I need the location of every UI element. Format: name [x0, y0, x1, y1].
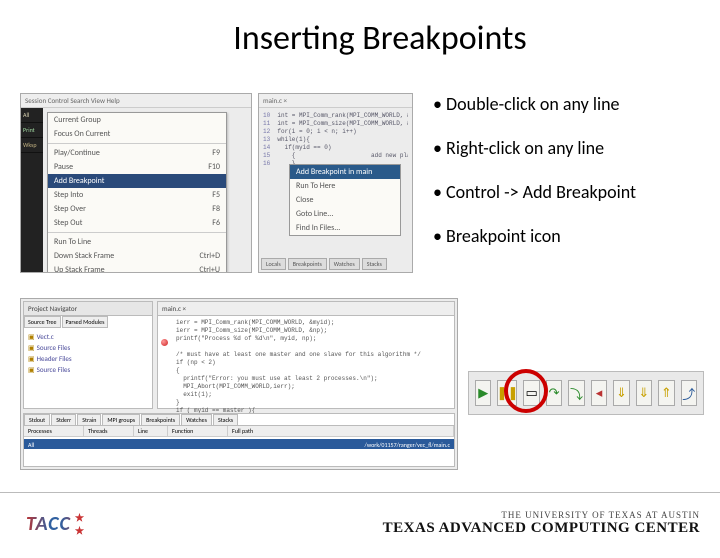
bullet-item: Double-click on any line — [433, 93, 710, 115]
debugger-main-screenshot: Project Navigator Source Tree Parsed Mod… — [20, 298, 458, 470]
side-tab: Wksp — [21, 138, 43, 153]
up-icon[interactable]: ⇑ — [658, 380, 674, 406]
slide-title: Inserting Breakpoints — [40, 18, 720, 59]
tab[interactable]: Stderr — [51, 414, 76, 425]
menubar: Session Control Search View Help — [21, 94, 251, 108]
logo-text: TACC — [26, 512, 71, 536]
menu-item[interactable]: Step OutF6 — [48, 216, 226, 230]
bullet-list: Double-click on any line Right-click on … — [419, 93, 710, 273]
play-icon[interactable]: ▶ — [475, 380, 491, 406]
tab[interactable]: Source Tree — [24, 316, 61, 328]
tree-item[interactable]: ▣Source Files — [28, 364, 148, 375]
tree-item[interactable]: ▣Header Files — [28, 353, 148, 364]
folder-icon: ▣ — [28, 343, 35, 352]
folder-icon: ▣ — [28, 365, 35, 374]
lower-tabs: Stdout Stderr Strain MPI groups Breakpoi… — [24, 414, 454, 426]
star-icon: ★★ — [75, 511, 84, 537]
bullet-item: Breakpoint icon — [433, 225, 710, 247]
menu-item[interactable]: Step OverF8 — [48, 202, 226, 216]
context-menu: Add Breakpoint in main Run To Here Close… — [289, 164, 401, 236]
project-navigator: Project Navigator Source Tree Parsed Mod… — [23, 301, 153, 409]
menu-item[interactable]: PauseF10 — [48, 160, 226, 174]
tab[interactable]: Watches — [329, 258, 360, 270]
breakpoint-row[interactable]: All /work/01157/ranger/vec_fl/main.c — [24, 439, 454, 449]
footer: TACC★★ THE UNIVERSITY OF TEXAS AT AUSTIN… — [0, 492, 720, 546]
bottom-panel: Stdout Stderr Strain MPI groups Breakpoi… — [23, 413, 455, 467]
bottom-tabs: Locals Breakpoints Watches Stacks — [261, 258, 387, 270]
row-path: /work/01157/ranger/vec_fl/main.c — [365, 441, 450, 447]
menu-item[interactable]: Play/ContinueF9 — [48, 146, 226, 160]
menu-item[interactable]: Current Group — [48, 113, 226, 127]
file-icon: ▣ — [28, 332, 35, 341]
tacc-logo: TACC★★ — [26, 511, 84, 537]
out-icon[interactable]: ⤴ — [681, 380, 697, 406]
bullet-item: Right-click on any line — [433, 137, 710, 159]
breakpoint-toolbar-icon[interactable]: ▭ — [523, 380, 539, 406]
side-tabs: All Print Wksp — [21, 108, 43, 272]
bullet-item: Control -> Add Breakpoint — [433, 181, 710, 203]
toolbar-screenshot: ▶ ❚❚ ▭ ↷ ⤵ ◂ ⇓ ⇓ ⇑ ⤴ — [468, 371, 704, 415]
tab[interactable]: Breakpoints — [288, 258, 327, 270]
code-tab: main.c × — [259, 94, 412, 108]
step-into-icon[interactable]: ⤵ — [568, 380, 584, 406]
tree-item[interactable]: ▣Vect.c — [28, 331, 148, 342]
step-over-icon[interactable]: ↷ — [546, 380, 562, 406]
menu-item-add-breakpoint[interactable]: Add Breakpoint — [48, 174, 226, 188]
tab[interactable]: Breakpoints — [141, 414, 180, 425]
tab[interactable]: MPI groups — [102, 414, 140, 425]
down-icon[interactable]: ⇓ — [613, 380, 629, 406]
column-header: Threads — [84, 426, 134, 436]
folder-icon: ▣ — [28, 354, 35, 363]
code-context-menu-screenshot: main.c × 10 int = MPI_Comm_rank(MPI_COMM… — [258, 93, 413, 273]
debugger-control-menu-screenshot: Session Control Search View Help All Pri… — [20, 93, 252, 273]
center-name: TEXAS ADVANCED COMPUTING CENTER — [383, 520, 700, 537]
menu-item[interactable]: Up Stack FrameCtrl+U — [48, 263, 226, 273]
code-editor: main.c × ierr = MPI_Comm_rank(MPI_COMM_W… — [157, 301, 455, 409]
panel-header: Project Navigator — [24, 302, 152, 316]
breakpoint-icon[interactable] — [161, 339, 168, 346]
down2-icon[interactable]: ⇓ — [636, 380, 652, 406]
control-menu: Current Group Focus On Current Play/Cont… — [47, 112, 227, 273]
column-header: Processes — [24, 426, 84, 436]
footer-right: THE UNIVERSITY OF TEXAS AT AUSTIN TEXAS … — [383, 510, 700, 537]
context-item[interactable]: Goto Line... — [290, 207, 400, 221]
tab[interactable]: Parsed Modules — [62, 316, 109, 328]
column-header: Function — [168, 426, 228, 436]
tree-item[interactable]: ▣Source Files — [28, 342, 148, 353]
menu-item[interactable]: Down Stack FrameCtrl+D — [48, 249, 226, 263]
table-header: Processes Threads Line Function Full pat… — [24, 426, 454, 437]
university-name: THE UNIVERSITY OF TEXAS AT AUSTIN — [383, 510, 700, 520]
code-tab: main.c × — [158, 302, 454, 316]
tab[interactable]: Stdout — [24, 414, 50, 425]
pause-icon[interactable]: ❚❚ — [497, 380, 517, 406]
tab[interactable]: Watches — [181, 414, 212, 425]
tab[interactable]: Stacks — [362, 258, 387, 270]
proj-tabs: Source Tree Parsed Modules — [24, 316, 152, 328]
context-item[interactable]: Run To Here — [290, 179, 400, 193]
tab[interactable]: Strain — [77, 414, 101, 425]
menu-item[interactable]: Focus On Current — [48, 127, 226, 141]
menu-separator — [48, 232, 226, 233]
column-header: Full path — [228, 426, 454, 436]
menu-separator — [48, 143, 226, 144]
tab[interactable]: Locals — [261, 258, 286, 270]
context-item-add-breakpoint[interactable]: Add Breakpoint in main — [290, 165, 400, 179]
menu-item[interactable]: Step IntoF5 — [48, 188, 226, 202]
step-out-icon[interactable]: ◂ — [591, 380, 607, 406]
row-label: All — [28, 441, 34, 447]
side-tab: All — [21, 108, 43, 123]
menu-item[interactable]: Run To Line — [48, 235, 226, 249]
file-tree: ▣Vect.c ▣Source Files ▣Header Files ▣Sou… — [24, 328, 152, 378]
context-item[interactable]: Close — [290, 193, 400, 207]
context-item[interactable]: Find In Files... — [290, 221, 400, 235]
tab[interactable]: Stacks — [213, 414, 238, 425]
side-tab: Print — [21, 123, 43, 138]
column-header: Line — [134, 426, 168, 436]
